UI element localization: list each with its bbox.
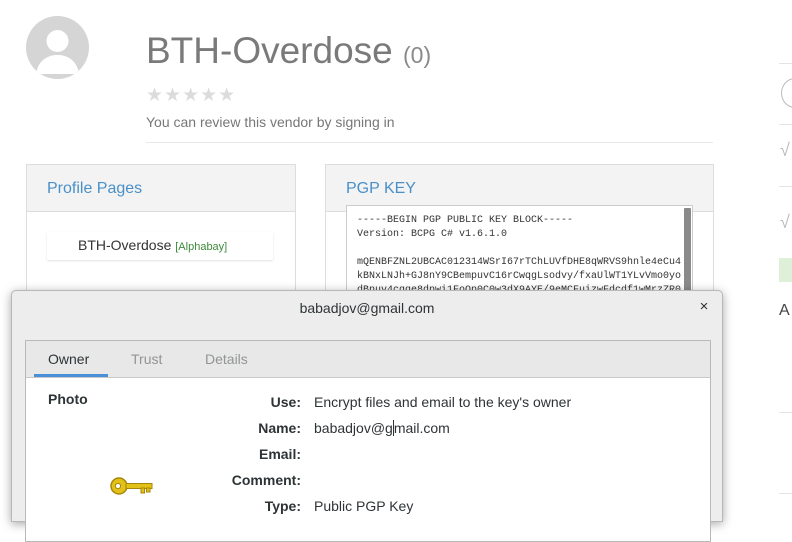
divider [146,142,713,143]
pgp-key-text: -----BEGIN PGP PUBLIC KEY BLOCK----- Ver… [357,215,682,296]
tab-trust[interactable]: Trust [131,351,162,367]
tab-details[interactable]: Details [205,351,248,367]
dialog-title: babadjov@gmail.com [299,300,435,316]
type-value: Public PGP Key [314,498,414,514]
type-label: Type: [264,498,301,514]
panel-header: Profile Pages [27,165,295,212]
user-silhouette-icon [36,30,79,74]
vendor-title: BTH-Overdose (0) [146,30,431,72]
pgp-key-title: PGP KEY [346,180,416,197]
status-bar [779,258,792,282]
comment-label: Comment: [231,472,301,488]
key-icon[interactable] [110,475,154,502]
email-label: Email: [258,446,301,462]
profile-link-market-tag: [Alphabay] [175,241,228,253]
vendor-avatar [26,16,89,79]
use-value: Encrypt files and email to the key's own… [314,394,572,410]
name-label: Name: [258,420,301,436]
dialog-notebook: Owner Trust Details Photo Use: Encrypt f… [25,340,711,542]
vendor-name: BTH-Overdose [146,30,393,71]
divider [779,493,792,494]
photo-label: Photo [48,391,88,407]
name-value-start: babadjov@g [314,420,393,436]
pgp-key-textarea[interactable]: -----BEGIN PGP PUBLIC KEY BLOCK----- Ver… [346,205,693,297]
pgp-key-panel: PGP KEY -----BEGIN PGP PUBLIC KEY BLOCK-… [325,164,714,297]
tab-bar: Owner Trust Details [26,341,710,378]
vendor-review-count: (0) [403,42,432,68]
divider [779,63,792,64]
profile-pages-title: Profile Pages [47,180,143,197]
profile-pages-panel: Profile Pages BTH-Overdose [Alphabay] [26,164,296,296]
divider [779,412,792,413]
rating-stars: ★★★★★ [146,85,237,106]
active-tab-indicator [34,374,108,377]
use-label: Use: [270,394,301,410]
tab-owner[interactable]: Owner [48,351,89,367]
check-icon: √ [780,212,790,232]
pgp-scrollbar[interactable] [684,208,691,292]
review-note: You can review this vendor by signing in [146,114,395,130]
key-properties-dialog: babadjov@gmail.com × Owner Trust Details… [11,290,723,542]
divider [779,186,792,187]
name-value-end: mail.com [393,420,450,436]
edge-letter: A [779,302,790,319]
circle-icon [781,78,792,108]
check-icon: √ [780,140,790,160]
close-icon[interactable]: × [695,298,713,316]
right-column-edge: √ √ A [779,0,792,509]
profile-link-name: BTH-Overdose [78,237,172,253]
divider [779,124,792,125]
name-value[interactable]: babadjov@gmail.com [314,420,450,436]
profile-link-alphabay[interactable]: BTH-Overdose [Alphabay] [47,232,273,260]
